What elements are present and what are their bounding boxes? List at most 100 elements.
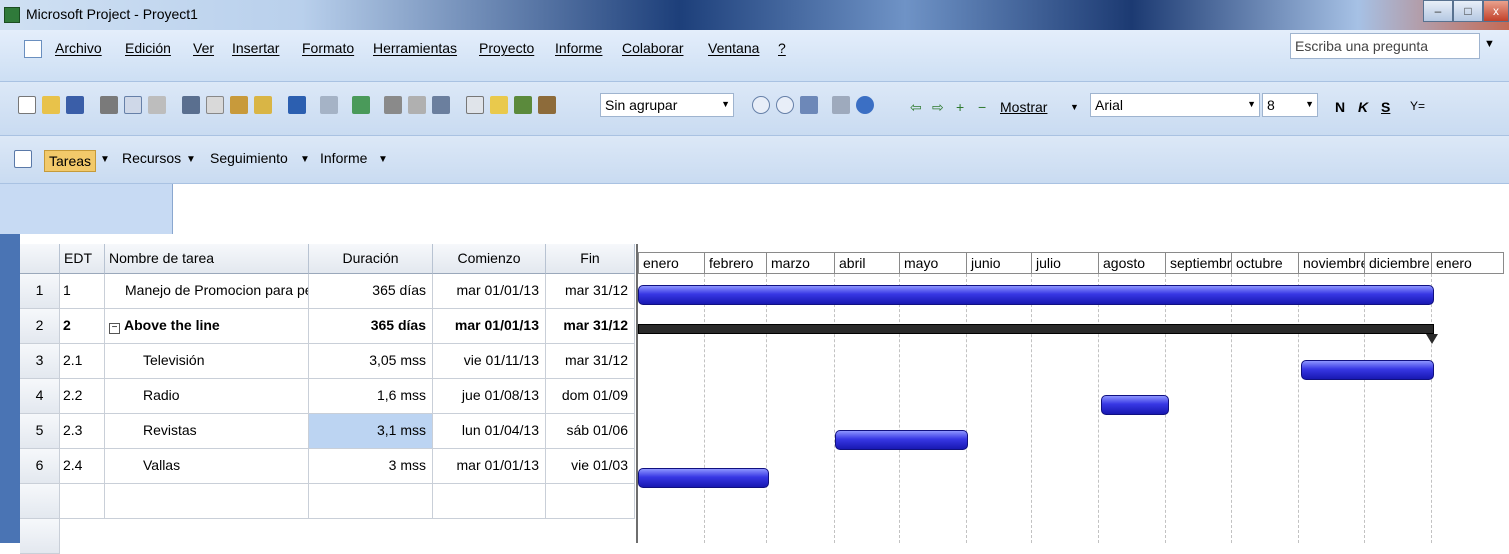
cut-icon[interactable]	[182, 96, 200, 114]
column-header-edt[interactable]: EDT	[60, 244, 105, 274]
gantt-bar-task-1[interactable]	[638, 285, 1434, 305]
indent-right-arrow-icon[interactable]: ⇨	[932, 99, 944, 116]
format-painter-icon[interactable]	[254, 96, 272, 114]
row-number[interactable]: 6	[20, 449, 60, 484]
collapse-toggle-icon[interactable]: −	[109, 323, 120, 334]
table-cell-name[interactable]: Televisión	[105, 344, 309, 379]
publish-icon[interactable]	[538, 96, 556, 114]
copy-icon[interactable]	[206, 96, 224, 114]
zoom-in-icon[interactable]	[752, 96, 770, 114]
menu-proyecto[interactable]: Proyecto	[479, 40, 534, 56]
table-cell-duration[interactable]: 3,05 mss	[309, 344, 433, 379]
table-cell-duration[interactable]: 1,6 mss	[309, 379, 433, 414]
unlink-tasks-icon[interactable]	[408, 96, 426, 114]
row-number[interactable]: 1	[20, 274, 60, 309]
gantt-summary-bar-task-2[interactable]	[638, 324, 1434, 334]
undo-icon[interactable]	[288, 96, 306, 114]
row-number[interactable]: 5	[20, 414, 60, 449]
new-file-icon[interactable]	[18, 96, 36, 114]
table-cell-name[interactable]: Revistas	[105, 414, 309, 449]
menu-help[interactable]: ?	[778, 40, 786, 56]
save-icon[interactable]	[66, 96, 84, 114]
table-cell-edt[interactable]: 1	[60, 274, 105, 309]
table-cell-start[interactable]: jue 01/08/13	[433, 379, 546, 414]
insert-hyperlink-icon[interactable]	[352, 96, 370, 114]
table-cell-name[interactable]: Vallas	[105, 449, 309, 484]
table-cell-duration[interactable]: 365 días	[309, 309, 433, 344]
table-cell-duration[interactable]: 365 días	[309, 274, 433, 309]
group-by-select[interactable]: Sin agrupar ▼	[600, 93, 734, 117]
table-cell-duration[interactable]	[309, 484, 433, 519]
chevron-down-icon[interactable]: ▼	[186, 154, 196, 165]
menu-edicion[interactable]: Edición	[125, 40, 171, 56]
table-cell-end[interactable]: mar 31/12	[546, 309, 635, 344]
table-cell-name[interactable]: Radio	[105, 379, 309, 414]
table-cell-end[interactable]	[546, 484, 635, 519]
column-header-duration[interactable]: Duración	[309, 244, 433, 274]
table-cell-edt[interactable]: 2.4	[60, 449, 105, 484]
menu-ver[interactable]: Ver	[193, 40, 214, 56]
indent-left-arrow-icon[interactable]: ⇦	[910, 99, 922, 116]
table-cell-end[interactable]: dom 01/09	[546, 379, 635, 414]
copy-picture-icon[interactable]	[832, 96, 850, 114]
table-cell-duration-selected[interactable]: 3,1 mss	[309, 414, 433, 449]
split-task-icon[interactable]	[432, 96, 450, 114]
document-menu-icon[interactable]	[24, 40, 42, 58]
paste-icon[interactable]	[230, 96, 248, 114]
table-cell-start[interactable]: lun 01/04/13	[433, 414, 546, 449]
table-cell-start[interactable]: mar 01/01/13	[433, 274, 546, 309]
menu-colaborar[interactable]: Colaborar	[622, 40, 683, 56]
help-icon[interactable]	[856, 96, 874, 114]
show-subtasks-icon[interactable]: +	[956, 99, 964, 115]
print-preview-icon[interactable]	[124, 96, 142, 114]
row-number[interactable]: 2	[20, 309, 60, 344]
table-cell-edt[interactable]: 2.3	[60, 414, 105, 449]
gantt-bar-task-4[interactable]	[1101, 395, 1169, 415]
gantt-bar-task-3[interactable]	[1301, 360, 1434, 380]
table-cell-end[interactable]: sáb 01/06	[546, 414, 635, 449]
guide-tab-seguimiento[interactable]: Seguimiento	[210, 150, 288, 166]
redo-icon[interactable]	[320, 96, 338, 114]
table-cell-end[interactable]: mar 31/12	[546, 274, 635, 309]
table-cell-name[interactable]: Manejo de Promocion para petit	[105, 274, 309, 309]
entry-field[interactable]	[172, 184, 1509, 234]
column-header-end[interactable]: Fin	[546, 244, 635, 274]
gantt-bar-task-6[interactable]	[638, 468, 769, 488]
chevron-down-icon[interactable]: ▼	[378, 154, 388, 165]
table-cell-end[interactable]: vie 01/03	[546, 449, 635, 484]
chevron-down-icon[interactable]: ▼	[100, 154, 110, 165]
table-cell-start[interactable]: mar 01/01/13	[433, 449, 546, 484]
project-guide-icon[interactable]	[14, 150, 32, 168]
italic-button[interactable]: K	[1358, 99, 1368, 115]
menu-archivo[interactable]: Archivo	[55, 40, 102, 56]
task-information-icon[interactable]	[466, 96, 484, 114]
spelling-icon[interactable]	[148, 96, 166, 114]
chevron-down-icon[interactable]: ▼	[300, 154, 310, 165]
table-cell-name[interactable]: − Above the line	[105, 309, 309, 344]
menu-formato[interactable]: Formato	[302, 40, 354, 56]
open-folder-icon[interactable]	[42, 96, 60, 114]
minimize-button[interactable]: –	[1423, 0, 1453, 22]
row-number[interactable]	[20, 519, 60, 554]
menu-herramientas[interactable]: Herramientas	[373, 40, 457, 56]
close-button[interactable]: x	[1483, 0, 1509, 22]
row-header-corner[interactable]	[20, 244, 60, 274]
row-number[interactable]	[20, 484, 60, 519]
hide-subtasks-icon[interactable]: −	[978, 99, 986, 115]
guide-tab-tareas[interactable]: Tareas	[44, 150, 97, 172]
menu-ventana[interactable]: Ventana	[708, 40, 759, 56]
font-size-select[interactable]: 8 ▼	[1262, 93, 1318, 117]
underline-button[interactable]: S	[1381, 99, 1390, 115]
table-cell-edt[interactable]: 2.1	[60, 344, 105, 379]
column-header-start[interactable]: Comienzo	[433, 244, 546, 274]
table-cell-name[interactable]	[105, 484, 309, 519]
show-menu-button[interactable]: Mostrar	[1000, 99, 1047, 115]
menu-informe[interactable]: Informe	[555, 40, 602, 56]
table-cell-end[interactable]: mar 31/12	[546, 344, 635, 379]
guide-tab-informe[interactable]: Informe	[320, 150, 367, 166]
help-question-input[interactable]: Escriba una pregunta	[1290, 33, 1480, 59]
maximize-button[interactable]: □	[1453, 0, 1483, 22]
filter-button[interactable]: Y=	[1410, 99, 1425, 113]
gantt-bar-task-5[interactable]	[835, 430, 968, 450]
table-cell-start[interactable]: mar 01/01/13	[433, 309, 546, 344]
